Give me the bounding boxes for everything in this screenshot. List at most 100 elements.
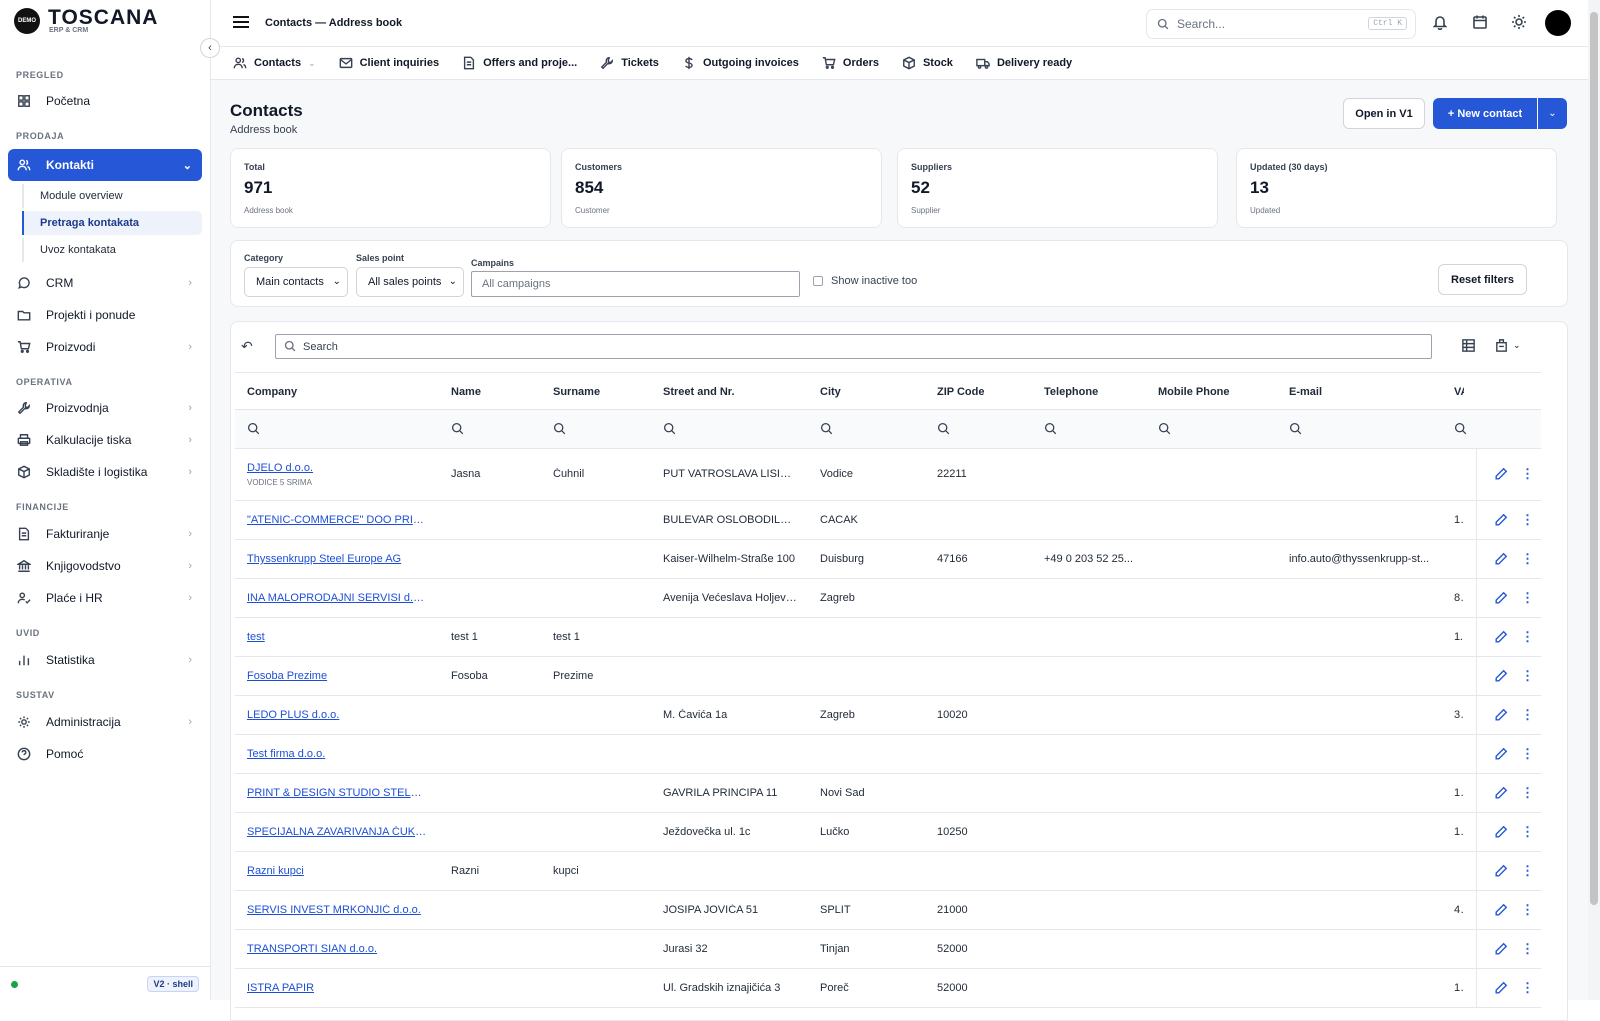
more-options-icon[interactable]: ⋮ <box>1521 629 1534 645</box>
sidebar-item-kontakti[interactable]: Kontakti ⌄ <box>8 149 202 181</box>
column-filter-search-icon[interactable] <box>1044 422 1057 438</box>
cell-company[interactable]: test <box>247 631 427 643</box>
table-row[interactable]: Thyssenkrupp Steel Europe AG Kaiser-Wilhe… <box>235 540 1546 579</box>
column-header-city[interactable]: City <box>820 386 841 398</box>
column-chooser-icon[interactable] <box>1461 338 1476 356</box>
more-options-icon[interactable]: ⋮ <box>1521 590 1534 606</box>
calendar-icon[interactable] <box>1472 14 1490 32</box>
column-filter-search-icon[interactable] <box>553 422 566 438</box>
more-options-icon[interactable]: ⋮ <box>1521 902 1534 918</box>
more-options-icon[interactable]: ⋮ <box>1521 707 1534 723</box>
menu-icon[interactable] <box>233 16 249 31</box>
cell-company[interactable]: Fosoba Prezime <box>247 670 427 682</box>
column-header-company[interactable]: Company <box>247 386 297 398</box>
subnav-uvoz-kontakata[interactable]: Uvoz kontakata <box>22 238 202 262</box>
edit-icon[interactable] <box>1494 591 1508 608</box>
sidebar-item-proizvodi[interactable]: Proizvodi › <box>8 332 202 362</box>
sidebar-item-crm[interactable]: CRM › <box>8 268 202 298</box>
table-row[interactable]: ISTRA PAPIR Ul. Gradskih iznajičića 3 Pore… <box>235 969 1546 1008</box>
tab-orders[interactable]: Orders <box>822 56 879 70</box>
cell-company[interactable]: "ATENIC-COMMERCE" DOO PRIVR... <box>247 514 427 526</box>
undo-icon[interactable]: ↶ <box>241 338 253 355</box>
grid-search-input[interactable]: Search <box>275 334 1432 359</box>
more-options-icon[interactable]: ⋮ <box>1521 551 1534 567</box>
tab-stock[interactable]: Stock <box>902 56 953 70</box>
category-select[interactable]: Main contacts ⌄ <box>244 267 348 297</box>
sidebar-item-administracija[interactable]: Administracija › <box>8 707 202 737</box>
column-filter-search-icon[interactable] <box>820 422 833 438</box>
collapse-sidebar-button[interactable]: ‹ <box>200 38 220 58</box>
new-contact-dropdown-button[interactable]: ⌄ <box>1538 98 1567 129</box>
edit-icon[interactable] <box>1494 708 1508 725</box>
sidebar-item-statistika[interactable]: Statistika › <box>8 645 202 675</box>
cell-company[interactable]: SPECIJALNA ZAVARIVANJA ČUKMA... <box>247 826 427 838</box>
column-header-street[interactable]: Street and Nr. <box>663 386 735 398</box>
more-options-icon[interactable]: ⋮ <box>1521 668 1534 684</box>
table-row[interactable]: PRINT & DESIGN STUDIO STELLA ... GAVRILA … <box>235 774 1546 813</box>
table-row[interactable]: test test 1 test 1 11 ⋮ <box>235 618 1546 657</box>
subnav-pretraga-kontakata[interactable]: Pretraga kontakata <box>22 211 202 235</box>
logo[interactable]: DEMO TOSCANA ERP & CRM <box>14 7 158 34</box>
tab-outgoing-invoices[interactable]: Outgoing invoices <box>682 56 799 70</box>
column-filter-search-icon[interactable] <box>247 422 260 438</box>
column-header-name[interactable]: Name <box>451 386 481 398</box>
column-header-zip[interactable]: ZIP Code <box>937 386 984 398</box>
edit-icon[interactable] <box>1494 630 1508 647</box>
sidebar-item-place[interactable]: Plaće i HR › <box>8 583 202 613</box>
column-header-vat[interactable]: VA <box>1454 386 1464 398</box>
edit-icon[interactable] <box>1494 467 1508 484</box>
sidebar-item-knjigovodstvo[interactable]: Knjigovodstvo › <box>8 551 202 581</box>
edit-icon[interactable] <box>1494 669 1508 686</box>
column-filter-search-icon[interactable] <box>1454 422 1467 438</box>
edit-icon[interactable] <box>1494 513 1508 530</box>
column-filter-search-icon[interactable] <box>937 422 950 438</box>
table-row[interactable]: SPECIJALNA ZAVARIVANJA ČUKMA... Ježdovečk… <box>235 813 1546 852</box>
global-search-input[interactable]: Search... Ctrl K <box>1146 9 1416 39</box>
page-scrollbar[interactable] <box>1588 0 1600 1000</box>
tab-contacts[interactable]: Contacts ⌄ <box>233 56 316 70</box>
table-row[interactable]: LEDO PLUS d.o.o. M. Čavića 1a Zagreb 10020 3… <box>235 696 1546 735</box>
sun-icon[interactable] <box>1511 14 1529 32</box>
column-filter-search-icon[interactable] <box>663 422 676 438</box>
table-row[interactable]: INA MALOPRODAJNI SERVISI d.o.o.... Avenij… <box>235 579 1546 618</box>
table-row[interactable]: DJELO d.o.o. Jasna Čuhnil PUT VATROSLAVA LI… <box>235 449 1546 501</box>
cell-company[interactable]: Razni kupci <box>247 865 427 877</box>
column-header-surname[interactable]: Surname <box>553 386 600 398</box>
cell-company[interactable]: TRANSPORTI SIAN d.o.o. <box>247 943 427 955</box>
open-in-v1-button[interactable]: Open in V1 <box>1343 98 1425 129</box>
show-inactive-checkbox[interactable] <box>813 276 823 286</box>
new-contact-button[interactable]: + New contact <box>1433 98 1537 129</box>
bell-icon[interactable] <box>1432 14 1450 32</box>
column-header-email[interactable]: E-mail <box>1289 386 1322 398</box>
subnav-module-overview[interactable]: Module overview <box>22 184 202 208</box>
edit-icon[interactable] <box>1494 864 1508 881</box>
sidebar-item-fakturiranje[interactable]: Fakturiranje › <box>8 519 202 549</box>
sales-point-select[interactable]: All sales points ⌄ <box>356 267 464 297</box>
sidebar-item-projekti[interactable]: Projekti i ponude <box>8 300 202 330</box>
cell-company[interactable]: SERVIS INVEST MRKONJIĆ d.o.o. <box>247 904 427 916</box>
sidebar-item-skladiste[interactable]: Skladište i logistika › <box>8 457 202 487</box>
more-options-icon[interactable]: ⋮ <box>1521 785 1534 801</box>
edit-icon[interactable] <box>1494 903 1508 920</box>
tab-client-inquiries[interactable]: Client inquiries <box>339 56 439 70</box>
scrollbar-thumb[interactable] <box>1590 12 1598 905</box>
sidebar-item-kalkulacije[interactable]: Kalkulacije tiska › <box>8 425 202 455</box>
column-header-mobile[interactable]: Mobile Phone <box>1158 386 1230 398</box>
more-options-icon[interactable]: ⋮ <box>1521 980 1534 996</box>
cell-company[interactable]: INA MALOPRODAJNI SERVISI d.o.o.... <box>247 592 427 604</box>
edit-icon[interactable] <box>1494 552 1508 569</box>
sidebar-item-proizvodnja[interactable]: Proizvodnja › <box>8 393 202 423</box>
more-options-icon[interactable]: ⋮ <box>1521 746 1534 762</box>
table-row[interactable]: SERVIS INVEST MRKONJIĆ d.o.o. JOSIPA JOVI… <box>235 891 1546 930</box>
sidebar-item-pocetna[interactable]: Početna <box>8 86 202 116</box>
campaigns-input[interactable]: All campaigns <box>471 271 800 297</box>
edit-icon[interactable] <box>1494 825 1508 842</box>
more-options-icon[interactable]: ⋮ <box>1521 863 1534 879</box>
column-filter-search-icon[interactable] <box>1289 422 1302 438</box>
more-options-icon[interactable]: ⋮ <box>1521 824 1534 840</box>
edit-icon[interactable] <box>1494 981 1508 998</box>
edit-icon[interactable] <box>1494 786 1508 803</box>
sidebar-item-pomoc[interactable]: Pomoć <box>8 739 202 769</box>
reset-filters-button[interactable]: Reset filters <box>1438 264 1527 295</box>
cell-company[interactable]: LEDO PLUS d.o.o. <box>247 709 427 721</box>
